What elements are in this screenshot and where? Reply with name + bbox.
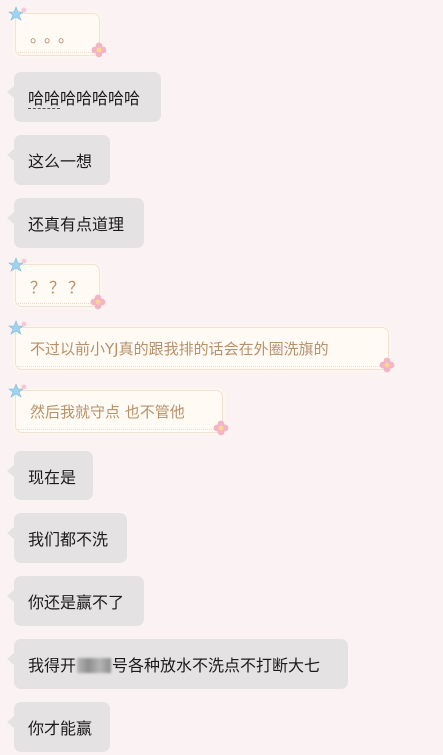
redacted-mosaic: [77, 658, 112, 673]
message-text: ？？？: [30, 277, 88, 297]
message-bubble[interactable]: 还真有点道理: [7, 198, 144, 248]
message-bubble[interactable]: 现在是: [7, 451, 93, 500]
message-bubble[interactable]: 你才能赢: [7, 702, 110, 752]
message-text: 这么一想: [28, 152, 93, 171]
message-text: 现在是: [28, 467, 77, 487]
message-text: 然后我就守点 也不管他: [30, 403, 185, 421]
message-bubble[interactable]: 不过以前小YJ真的跟我排的话会在外圈洗旗的: [15, 327, 389, 370]
message-bubble[interactable]: 我得开 号各种放水不洗点不打断大七: [7, 639, 348, 689]
message-text: 不过以前小YJ真的跟我排的话会在外圈洗旗的: [30, 340, 329, 358]
message-text: 。。。: [30, 26, 81, 46]
bubble-lace: [18, 303, 97, 304]
message-bubble[interactable]: 我们都不洗: [7, 513, 127, 563]
bubble-lace: [18, 52, 97, 53]
bubble-flower-icon: [379, 357, 395, 373]
message-bubble[interactable]: 哈哈哈哈哈哈哈: [7, 72, 161, 122]
message-bubble[interactable]: 这么一想: [7, 135, 110, 185]
chat-list: 。。。 哈哈哈哈哈哈哈 这么一想 还真有点道理 ？？？ 不过以前小YJ真的跟我排…: [0, 0, 443, 755]
message-bubble[interactable]: 然后我就守点 也不管他: [15, 390, 223, 433]
bubble-flower-icon: [90, 294, 106, 310]
bubble-flower-icon: [91, 42, 107, 58]
bubble-flower-icon: [213, 420, 229, 436]
bubble-lace: [18, 366, 386, 367]
highlight-underline: 哈哈: [28, 89, 61, 109]
bubble-star-icon: [8, 6, 27, 21]
message-text: 你还是赢不了: [28, 593, 125, 612]
bubble-lace: [18, 429, 220, 430]
message-text: 还真有点道理: [28, 215, 125, 234]
message-bubble[interactable]: 你还是赢不了: [7, 576, 144, 626]
message-text: 我们都不洗: [28, 530, 109, 549]
bubble-star-icon: [8, 383, 27, 398]
bubble-star-icon: [8, 320, 27, 335]
message-text: 你才能赢: [28, 719, 93, 738]
message-text: 哈哈哈哈哈哈哈: [28, 89, 141, 109]
bubble-star-icon: [8, 257, 27, 272]
message-text: 我得开 号各种放水不洗点不打断大七: [28, 656, 321, 675]
